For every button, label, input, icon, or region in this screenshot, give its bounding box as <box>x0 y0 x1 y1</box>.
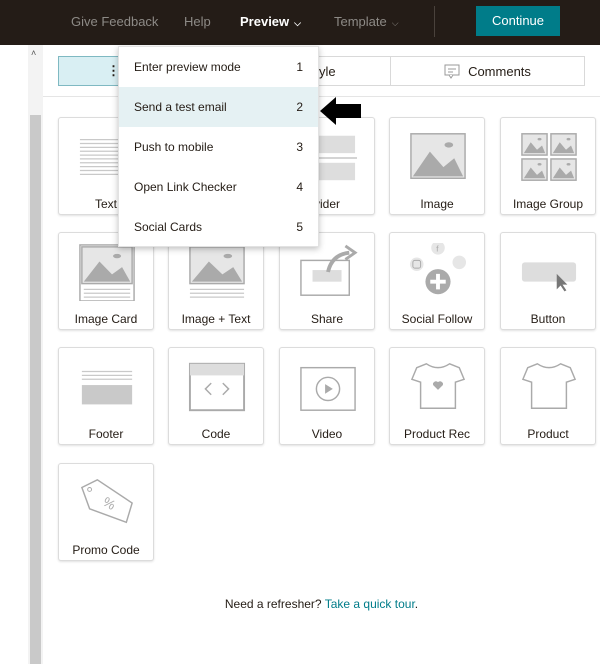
preview-dropdown-menu: Enter preview mode 1 Send a test email 2 Pus… <box>118 46 319 247</box>
video-icon <box>300 366 356 411</box>
block-label: Product Rec <box>403 427 471 441</box>
top-bar: Give Feedback Help Preview ⌵ Template ⌵ Co… <box>0 0 600 45</box>
template-menu-button[interactable]: Template ⌵ <box>334 14 399 29</box>
block-card[interactable]: % Promo Code <box>58 463 154 561</box>
chevron-down-icon: ⌵ <box>294 18 301 28</box>
help-footer: Need a refresher? Take a quick tour. <box>43 597 600 611</box>
menu-item-label: Enter preview mode <box>134 60 241 74</box>
block-label: Code <box>201 427 231 441</box>
footer-icon <box>81 370 133 405</box>
help-link[interactable]: Help <box>184 14 211 29</box>
tab-style-label: yle <box>319 63 336 79</box>
image-group-icon <box>521 133 577 181</box>
menu-item[interactable]: Push to mobile 3 <box>119 127 318 167</box>
block-card[interactable]: Video <box>279 347 375 445</box>
menu-item[interactable]: Send a test email 2 <box>119 87 318 127</box>
block-label: Share <box>310 312 344 326</box>
code-icon <box>188 362 246 412</box>
image-icon <box>410 133 466 179</box>
button-icon <box>521 262 577 292</box>
product-icon <box>521 362 577 409</box>
scroll-up-icon[interactable]: ˄ <box>31 48 36 58</box>
block-card[interactable]: Code <box>168 347 264 445</box>
menu-item[interactable]: Open Link Checker 4 <box>119 167 318 207</box>
image-card-icon <box>79 244 135 301</box>
svg-text:%: % <box>100 494 118 513</box>
block-label: Image + Text <box>181 312 251 326</box>
block-label: Image Group <box>512 197 584 211</box>
menu-item-shortcut: 4 <box>296 180 303 194</box>
menu-item-shortcut: 2 <box>296 100 303 114</box>
social-follow-icon: f <box>409 243 467 295</box>
tab-comments[interactable]: Comments <box>390 56 585 86</box>
continue-button[interactable]: Continue <box>476 6 560 36</box>
share-icon <box>300 244 358 296</box>
menu-item[interactable]: Social Cards 5 <box>119 207 318 247</box>
block-card[interactable]: Button <box>500 232 596 330</box>
menu-item-label: Send a test email <box>134 100 227 114</box>
block-card[interactable]: Product <box>500 347 596 445</box>
block-label: Image <box>420 197 454 211</box>
period: . <box>414 597 419 611</box>
block-label: Video <box>311 427 343 441</box>
image-text-icon <box>189 246 245 298</box>
block-card[interactable]: f Social Follow <box>389 232 485 330</box>
menu-item-shortcut: 3 <box>296 140 303 154</box>
block-label: Social Follow <box>401 312 473 326</box>
promo-code-icon: % <box>80 478 133 524</box>
block-label: Button <box>530 312 566 326</box>
block-card[interactable]: Footer <box>58 347 154 445</box>
refresher-text: Need a refresher? <box>224 597 322 611</box>
menu-item-label: Push to mobile <box>134 140 214 154</box>
menu-item-label: Open Link Checker <box>134 180 237 194</box>
arrow-pointer-icon <box>320 97 361 125</box>
scrollbar[interactable]: ˄ <box>28 45 43 664</box>
block-card[interactable]: Image <box>389 117 485 215</box>
block-label: Product <box>527 427 569 441</box>
block-card[interactable]: Image Group <box>500 117 596 215</box>
quick-tour-link[interactable]: Take a quick tour <box>325 597 415 611</box>
tab-content[interactable]: ⋮ <box>58 56 120 86</box>
menu-item-label: Social Cards <box>134 220 203 234</box>
comment-icon <box>444 64 460 79</box>
preview-label: Preview <box>240 14 290 29</box>
menu-item[interactable]: Enter preview mode 1 <box>119 47 318 87</box>
block-label: Promo Code <box>72 543 140 557</box>
block-label: Footer <box>88 427 124 441</box>
block-label: Image Card <box>74 312 138 326</box>
product-rec-icon <box>410 362 466 409</box>
give-feedback-link[interactable]: Give Feedback <box>71 14 158 29</box>
divider <box>434 6 435 37</box>
chevron-down-icon: ⌵ <box>391 18 399 28</box>
menu-item-shortcut: 1 <box>296 60 303 74</box>
tab-comments-label: Comments <box>468 63 531 79</box>
template-label: Template <box>334 14 387 29</box>
preview-menu-button[interactable]: Preview ⌵ <box>240 14 301 29</box>
menu-item-shortcut: 5 <box>296 220 303 234</box>
block-card[interactable]: Product Rec <box>389 347 485 445</box>
scrollbar-thumb[interactable] <box>30 115 41 664</box>
